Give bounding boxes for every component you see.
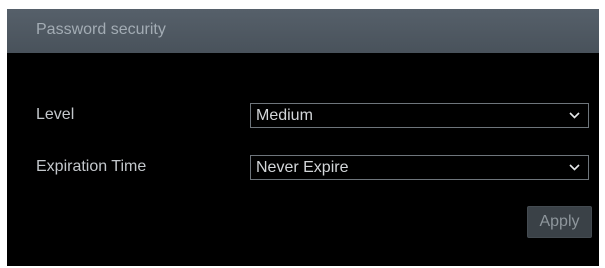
expiration-time-select[interactable]: Never Expire: [250, 155, 589, 180]
chevron-down-icon: [569, 112, 580, 119]
apply-button[interactable]: Apply: [527, 206, 592, 238]
expiration-time-label: Expiration Time: [36, 158, 147, 175]
level-select[interactable]: Medium: [250, 103, 589, 128]
panel-header: Password security: [7, 9, 599, 53]
chevron-down-icon: [569, 164, 580, 171]
level-label: Level: [36, 106, 75, 123]
panel-title: Password security: [36, 21, 166, 38]
level-select-value: Medium: [256, 107, 313, 124]
password-security-panel: Password security Level Medium Expiratio…: [7, 9, 599, 266]
expiration-time-select-value: Never Expire: [256, 159, 349, 176]
